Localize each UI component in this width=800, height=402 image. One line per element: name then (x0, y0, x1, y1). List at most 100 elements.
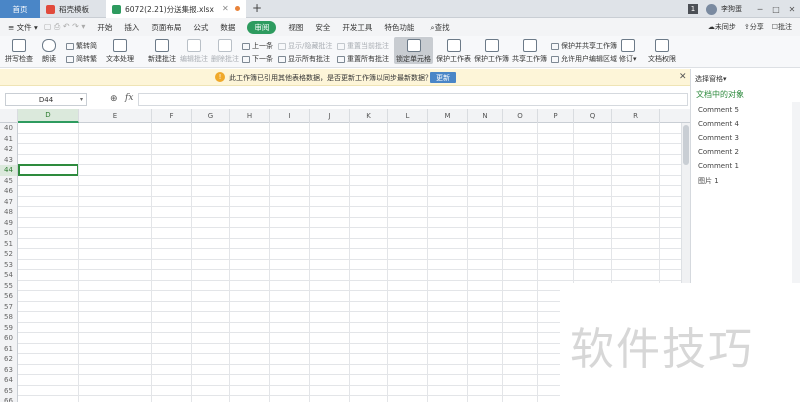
comment-button[interactable]: ☐批注 (772, 22, 792, 32)
column-header-cell[interactable]: N (468, 109, 503, 123)
row-header-cell[interactable]: 50 (0, 228, 18, 239)
column-header-cell[interactable]: E (79, 109, 152, 123)
protect-sheet-button[interactable]: 保护工作表 (436, 39, 471, 64)
menu-developer[interactable]: 开发工具 (342, 22, 372, 33)
menu-start[interactable]: 开始 (97, 22, 112, 33)
row-header-cell[interactable]: 59 (0, 322, 18, 333)
row-header-cell[interactable]: 43 (0, 154, 18, 165)
tab-template[interactable]: 稻壳模板 (40, 0, 106, 18)
reset-all-comments-button[interactable]: 重置所有批注 (337, 54, 389, 64)
pane-item[interactable]: Comment 4 (698, 120, 739, 128)
row-header-cell[interactable]: 53 (0, 259, 18, 270)
row-header-cell[interactable]: 47 (0, 196, 18, 207)
share-button[interactable]: ⇪分享 (744, 22, 764, 32)
row-header-cell[interactable]: 51 (0, 238, 18, 249)
active-cell[interactable] (18, 164, 79, 176)
text-process-button[interactable]: 文本处理 (106, 39, 134, 64)
table-row[interactable]: 42 (0, 144, 690, 155)
table-row[interactable]: 49 (0, 217, 690, 228)
row-header-cell[interactable]: 46 (0, 186, 18, 197)
column-header-cell[interactable]: I (270, 109, 310, 123)
user-name[interactable]: 李狗蛋 (721, 4, 742, 14)
row-header-cell[interactable]: 64 (0, 375, 18, 386)
column-header-cell[interactable]: M (428, 109, 468, 123)
menu-page-layout[interactable]: 页面布局 (151, 22, 181, 33)
reset-current-comment-button[interactable]: 重置当前批注 (337, 41, 389, 51)
show-all-comments-button[interactable]: 显示所有批注 (278, 54, 330, 64)
row-header-cell[interactable]: 44 (0, 165, 18, 176)
pane-item[interactable]: Comment 5 (698, 106, 739, 114)
update-button[interactable]: 更新 (430, 72, 456, 83)
column-header-cell[interactable]: K (350, 109, 388, 123)
row-header-cell[interactable]: 66 (0, 396, 18, 402)
function-icon[interactable]: fx (125, 93, 133, 103)
read-button[interactable]: 朗读 (42, 39, 56, 64)
search-button[interactable]: ⌕查找 (430, 22, 449, 33)
share-workbook-button[interactable]: 共享工作簿 (512, 39, 547, 64)
maximize-button[interactable]: □ (768, 5, 784, 14)
menu-insert[interactable]: 插入 (124, 22, 139, 33)
badge[interactable]: 1 (688, 4, 698, 14)
column-header-cell[interactable]: O (503, 109, 538, 123)
column-header-cell[interactable]: H (230, 109, 270, 123)
table-row[interactable]: 41 (0, 133, 690, 144)
row-header-cell[interactable]: 56 (0, 291, 18, 302)
pane-item[interactable]: Comment 1 (698, 162, 739, 170)
row-header-cell[interactable]: 57 (0, 301, 18, 312)
table-row[interactable]: 51 (0, 238, 690, 249)
row-header-cell[interactable]: 52 (0, 249, 18, 260)
row-header-cell[interactable]: 42 (0, 144, 18, 155)
column-header-cell[interactable]: J (310, 109, 350, 123)
quick-access-toolbar[interactable]: ▢ ⎙ ↶ ↷ ▾ (44, 22, 86, 32)
delete-comment-button[interactable]: 删除批注 (211, 39, 239, 64)
table-row[interactable]: 54 (0, 270, 690, 281)
table-row[interactable]: 47 (0, 196, 690, 207)
protect-and-share-button[interactable]: 保护并共享工作簿 (551, 41, 617, 51)
table-row[interactable]: 48 (0, 207, 690, 218)
table-row[interactable]: 52 (0, 249, 690, 260)
menu-features[interactable]: 特色功能 (384, 22, 414, 33)
trad-to-simp-button[interactable]: 繁转简 (66, 41, 97, 51)
prev-comment-button[interactable]: 上一条 (242, 41, 273, 51)
pane-item[interactable]: Comment 2 (698, 148, 739, 156)
row-header-cell[interactable]: 58 (0, 312, 18, 323)
table-row[interactable]: 45 (0, 175, 690, 186)
menu-security[interactable]: 安全 (315, 22, 330, 33)
row-header-cell[interactable]: 60 (0, 333, 18, 344)
formula-input[interactable] (138, 93, 688, 106)
table-row[interactable]: 44 (0, 165, 690, 176)
row-header-cell[interactable]: 65 (0, 385, 18, 396)
column-header-cell[interactable]: D (18, 109, 79, 123)
avatar[interactable] (706, 3, 717, 15)
column-header-cell[interactable]: F (152, 109, 192, 123)
pane-item[interactable]: 图片 1 (698, 176, 719, 186)
select-all-corner[interactable] (0, 109, 18, 123)
column-header-cell[interactable]: R (612, 109, 660, 123)
doc-permission-button[interactable]: 文档权限 (648, 39, 676, 64)
row-header-cell[interactable]: 61 (0, 343, 18, 354)
new-tab-button[interactable]: + (252, 1, 262, 15)
spellcheck-button[interactable]: 拼写检查 (5, 39, 33, 64)
row-header-cell[interactable]: 40 (0, 123, 18, 134)
notice-close-icon[interactable]: ✕ (679, 72, 687, 82)
table-row[interactable]: 53 (0, 259, 690, 270)
allow-edit-ranges-button[interactable]: 允许用户编辑区域 (551, 54, 617, 64)
row-header-cell[interactable]: 55 (0, 280, 18, 291)
column-header-cell[interactable]: P (538, 109, 574, 123)
tab-close-icon[interactable]: ✕ (222, 4, 229, 13)
table-row[interactable]: 50 (0, 228, 690, 239)
revise-button[interactable]: 修订▾ (619, 39, 637, 64)
row-header-cell[interactable]: 62 (0, 354, 18, 365)
edit-comment-button[interactable]: 编辑批注 (180, 39, 208, 64)
pane-title[interactable]: 选择窗格▾ (695, 74, 727, 84)
next-comment-button[interactable]: 下一条 (242, 54, 273, 64)
close-button[interactable]: ✕ (784, 5, 800, 14)
menu-formula[interactable]: 公式 (193, 22, 208, 33)
column-header-cell[interactable]: G (192, 109, 230, 123)
show-hide-comment-button[interactable]: 显示/隐藏批注 (278, 41, 332, 51)
column-header-cell[interactable]: Q (574, 109, 612, 123)
row-header-cell[interactable]: 54 (0, 270, 18, 281)
row-header-cell[interactable]: 48 (0, 207, 18, 218)
pane-item[interactable]: Comment 3 (698, 134, 739, 142)
menu-view[interactable]: 视图 (288, 22, 303, 33)
